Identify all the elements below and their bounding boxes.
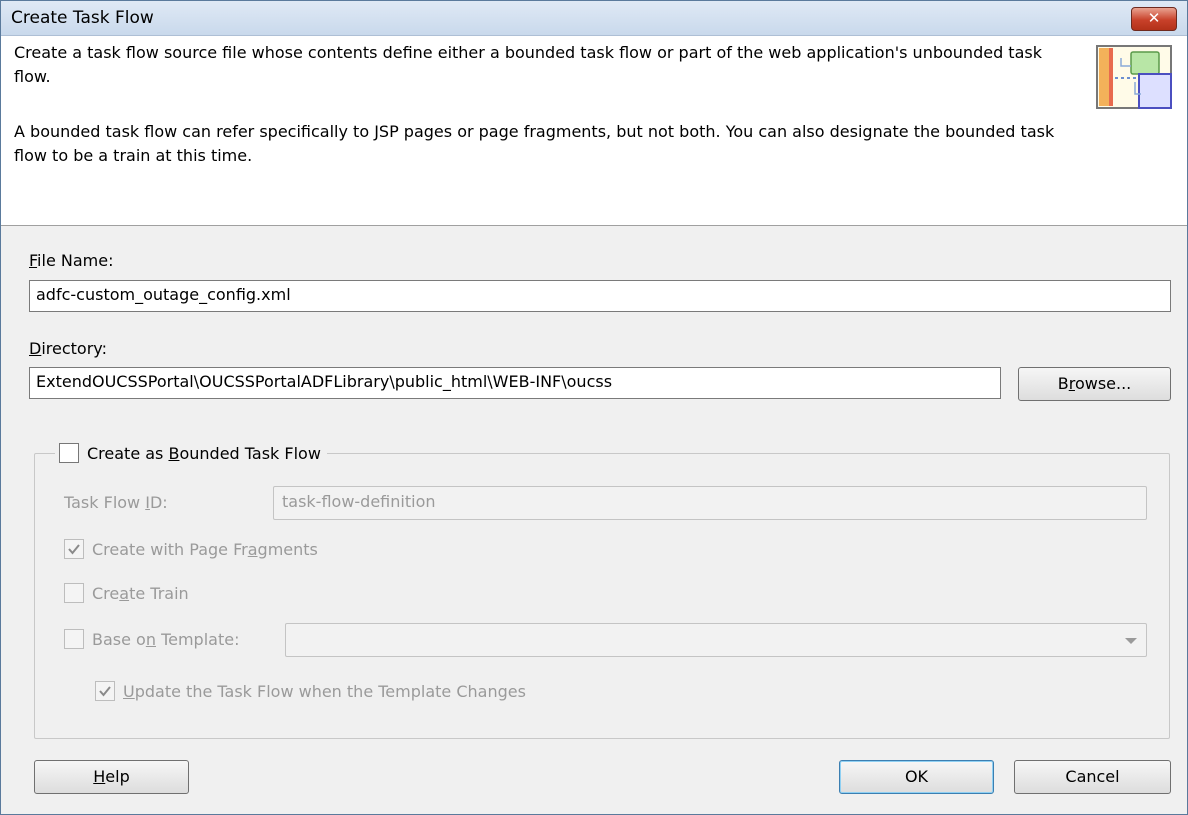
browse-button[interactable]: Browse... bbox=[1018, 367, 1171, 401]
task-flow-header-icon bbox=[1096, 45, 1172, 109]
checkmark-icon bbox=[99, 686, 111, 697]
base-on-template-checkbox[interactable] bbox=[64, 629, 84, 649]
base-on-template-option[interactable]: Base on Template: bbox=[64, 629, 239, 649]
bounded-task-flow-checkbox[interactable] bbox=[59, 443, 79, 463]
page-fragments-checkbox[interactable] bbox=[64, 539, 84, 559]
window-title: Create Task Flow bbox=[11, 8, 154, 28]
task-flow-id-input[interactable]: task-flow-definition bbox=[273, 486, 1147, 520]
update-on-template-change-checkbox[interactable] bbox=[95, 681, 115, 701]
checkmark-icon bbox=[68, 544, 80, 555]
file-name-label: File Name: bbox=[29, 251, 114, 270]
create-train-label: Create Train bbox=[92, 583, 189, 603]
create-task-flow-dialog: Create Task Flow ✕ Create a task flow so… bbox=[0, 0, 1188, 815]
template-select[interactable] bbox=[285, 623, 1147, 657]
directory-input[interactable]: ExtendOUCSSPortal\OUCSSPortalADFLibrary\… bbox=[29, 367, 1001, 399]
dropdown-arrow-icon bbox=[1125, 638, 1137, 644]
directory-label: Directory: bbox=[29, 339, 107, 358]
task-flow-id-label: Task Flow ID: bbox=[64, 493, 168, 512]
page-fragments-label: Create with Page Fragments bbox=[92, 539, 318, 559]
create-train-checkbox[interactable] bbox=[64, 583, 84, 603]
close-icon: ✕ bbox=[1147, 9, 1161, 27]
create-train-option[interactable]: Create Train bbox=[64, 583, 189, 603]
bounded-task-flow-option[interactable]: Create as Bounded Task Flow bbox=[55, 439, 327, 467]
help-button[interactable]: Help bbox=[34, 760, 189, 794]
file-name-input[interactable]: adfc-custom_outage_config.xml bbox=[29, 280, 1171, 312]
title-bar: Create Task Flow ✕ bbox=[1, 1, 1187, 36]
ok-button[interactable]: OK bbox=[839, 760, 994, 794]
description-2: A bounded task flow can refer specifical… bbox=[14, 122, 1055, 165]
page-fragments-option[interactable]: Create with Page Fragments bbox=[64, 539, 318, 559]
bounded-task-flow-label: Create as Bounded Task Flow bbox=[87, 443, 321, 463]
description-1: Create a task flow source file whose con… bbox=[14, 43, 1042, 86]
close-button[interactable]: ✕ bbox=[1131, 7, 1177, 31]
update-on-template-change-option[interactable]: Update the Task Flow when the Template C… bbox=[95, 681, 526, 701]
base-on-template-label: Base on Template: bbox=[92, 629, 240, 649]
cancel-button[interactable]: Cancel bbox=[1014, 760, 1171, 794]
update-on-template-change-label: Update the Task Flow when the Template C… bbox=[123, 681, 526, 701]
